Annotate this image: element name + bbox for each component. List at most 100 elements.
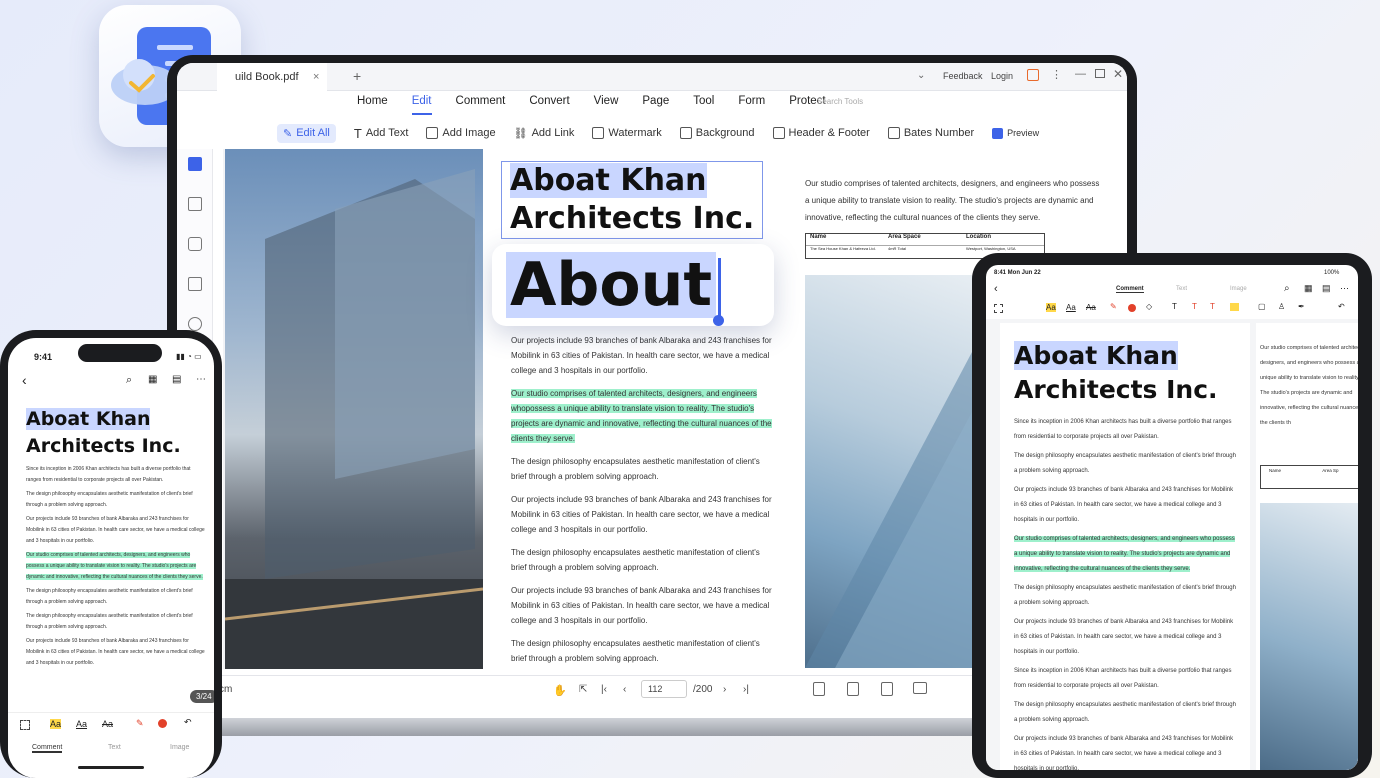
chevron-down-icon[interactable]: ⌄ <box>917 70 925 81</box>
back-icon[interactable]: ‹ <box>994 283 998 295</box>
fit-page-icon[interactable] <box>813 682 825 696</box>
tablet-tab-comment[interactable]: Comment <box>1116 286 1144 293</box>
document-icon[interactable]: ▤ <box>172 374 181 385</box>
last-page-icon[interactable]: ›| <box>743 684 749 695</box>
document-tab[interactable]: uild Book.pdf × <box>217 63 327 91</box>
more-icon[interactable]: ⋯ <box>1340 283 1349 294</box>
maximize-icon[interactable] <box>1095 69 1105 78</box>
view-mode-icon[interactable] <box>913 682 927 694</box>
notification-icon[interactable] <box>1027 69 1039 81</box>
add-image-button[interactable]: Add Image <box>426 127 496 139</box>
login-link[interactable]: Login <box>991 71 1013 81</box>
search-tools-input[interactable]: Search Tools <box>817 97 863 106</box>
menu-convert[interactable]: Convert <box>529 95 569 115</box>
tablet-time: 8:41 Mon Jun 22 <box>994 270 1041 276</box>
back-icon[interactable]: ‹ <box>22 372 27 388</box>
undo-icon[interactable]: ↶ <box>1338 302 1345 311</box>
undo-icon[interactable]: ↶ <box>184 717 192 728</box>
preview-checkbox[interactable]: Preview <box>992 127 1040 139</box>
grid-icon[interactable]: ▦ <box>1304 283 1313 294</box>
textbox-icon[interactable]: T <box>1192 302 1197 311</box>
new-tab-icon[interactable]: + <box>353 68 361 84</box>
color-picker-icon[interactable] <box>1128 304 1136 312</box>
pen-icon[interactable]: ✎ <box>1110 302 1117 311</box>
home-indicator <box>78 766 144 769</box>
more-icon[interactable]: ⋯ <box>196 374 206 385</box>
link-icon: ⛓ <box>513 127 528 140</box>
sticky-note-icon[interactable] <box>1230 303 1239 311</box>
highlight-tool[interactable]: Aa <box>1046 303 1056 312</box>
underline-tool[interactable]: Aa <box>76 719 87 729</box>
feedback-link[interactable]: Feedback <box>943 71 983 81</box>
bookmark-icon[interactable] <box>188 197 202 211</box>
search-icon[interactable]: ⌕ <box>126 374 132 387</box>
rotate-icon[interactable] <box>881 682 893 696</box>
tab-text[interactable]: Text <box>108 744 121 751</box>
eraser-icon[interactable]: ◇ <box>1146 302 1152 311</box>
select-tool-icon[interactable]: ⇱ <box>579 684 587 695</box>
phone-paragraph-5: The design philosophy encapsulates aesth… <box>26 588 193 605</box>
image-icon <box>426 127 439 139</box>
add-link-button[interactable]: ⛓ Add Link <box>514 127 575 140</box>
preview-label: Preview <box>1007 128 1040 138</box>
tablet-table-header-name: Name <box>1269 468 1282 473</box>
color-picker-icon[interactable] <box>158 719 167 728</box>
grid-icon[interactable]: ▦ <box>148 374 157 385</box>
pen-icon[interactable]: ✎ <box>136 718 144 729</box>
hand-tool-icon[interactable]: ✋ <box>553 684 567 697</box>
tablet-tab-text[interactable]: Text <box>1176 286 1187 292</box>
strikeout-tool[interactable]: Aa <box>1086 303 1096 312</box>
table-cell-location: Westport, Washington, USA <box>966 246 1016 251</box>
menu-edit[interactable]: Edit <box>411 95 432 115</box>
underline-tool[interactable]: Aa <box>1066 303 1076 312</box>
text-selection-box[interactable]: Aboat Khan Architects Inc. <box>501 161 763 239</box>
edit-all-label: Edit All <box>296 127 330 139</box>
close-window-icon[interactable]: ✕ <box>1113 67 1123 81</box>
thumbnails-icon[interactable] <box>188 157 202 171</box>
page-total: /200 <box>693 684 713 695</box>
tab-image[interactable]: Image <box>170 744 189 751</box>
tablet-annotation-toolbar: Aa Aa Aa ✎ ◇ T T T ▢ ♙ ✒ ↶ <box>986 301 1358 317</box>
edit-all-button[interactable]: ✎ Edit All <box>277 123 336 143</box>
menu-page[interactable]: Page <box>642 95 669 115</box>
select-icon[interactable] <box>20 720 30 730</box>
first-page-icon[interactable]: |‹ <box>601 684 607 695</box>
search-icon[interactable]: ⌕ <box>1284 283 1290 294</box>
comment-icon[interactable] <box>188 237 202 251</box>
strikeout-tool[interactable]: Aa <box>102 719 113 729</box>
menu-form[interactable]: Form <box>738 95 765 115</box>
highlight-tool[interactable]: Aa <box>50 719 62 729</box>
background-button[interactable]: Background <box>679 127 755 139</box>
menu-tool[interactable]: Tool <box>693 95 714 115</box>
bates-number-button[interactable]: Bates Number <box>887 127 974 139</box>
menu-view[interactable]: View <box>594 95 619 115</box>
stamp-icon[interactable]: ♙ <box>1278 302 1285 311</box>
tablet-tab-image[interactable]: Image <box>1230 286 1247 292</box>
tablet-doc-title: Aboat Khan Architects Inc. <box>1014 339 1218 407</box>
next-page-icon[interactable]: › <box>723 684 726 695</box>
watermark-button[interactable]: Watermark <box>592 127 662 139</box>
page-number-input[interactable]: 112 <box>641 680 687 698</box>
tablet-paragraph-2: The design philosophy encapsulates aesth… <box>1014 453 1236 474</box>
minimize-icon[interactable]: — <box>1075 68 1086 80</box>
intro-paragraph: Our projects include 93 branches of bank… <box>511 336 772 375</box>
signature-icon[interactable]: ✒ <box>1298 302 1305 311</box>
cursor-handle[interactable] <box>713 315 724 326</box>
more-icon[interactable]: ⋮ <box>1051 68 1062 81</box>
shape-icon[interactable]: ▢ <box>1258 302 1266 311</box>
text-icon[interactable]: T <box>1172 302 1177 311</box>
prev-page-icon[interactable]: ‹ <box>623 684 626 695</box>
callout-icon[interactable]: T <box>1210 302 1215 311</box>
header-footer-button[interactable]: Header & Footer <box>772 127 870 139</box>
document-icon[interactable]: ▤ <box>1322 283 1331 294</box>
search-icon[interactable] <box>188 317 202 331</box>
attachment-icon[interactable] <box>188 277 202 291</box>
page-layout-icon[interactable] <box>847 682 859 696</box>
select-icon[interactable] <box>994 304 1003 313</box>
add-text-button[interactable]: T Add Text <box>354 126 409 141</box>
menu-comment[interactable]: Comment <box>456 95 506 115</box>
right-column-text: Our studio comprises of talented archite… <box>805 179 1100 222</box>
menu-home[interactable]: Home <box>357 95 388 115</box>
tab-close-icon[interactable]: × <box>313 63 319 91</box>
tab-comment[interactable]: Comment <box>32 744 63 753</box>
